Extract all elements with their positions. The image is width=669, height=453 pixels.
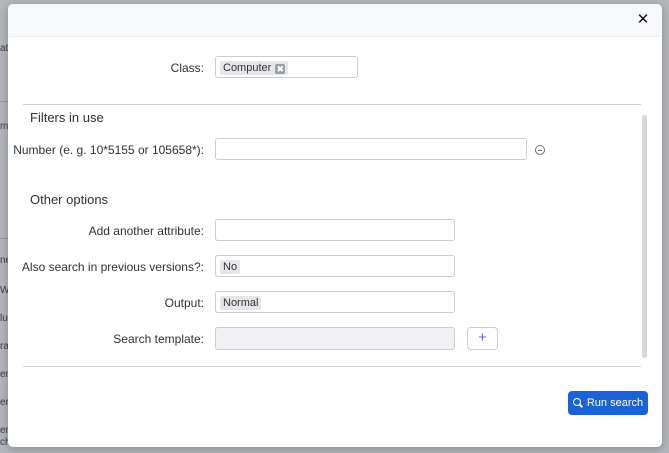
add-template-button[interactable]: + bbox=[467, 327, 498, 350]
section-divider bbox=[23, 104, 641, 105]
search-template-row: Search template: + bbox=[8, 327, 662, 351]
footer-divider bbox=[23, 366, 641, 367]
run-search-button[interactable]: Run search bbox=[568, 391, 648, 415]
close-icon[interactable]: ✕ bbox=[636, 12, 650, 27]
add-attribute-select[interactable] bbox=[215, 219, 455, 241]
add-attribute-label: Add another attribute: bbox=[88, 224, 204, 238]
remove-tag-icon[interactable]: ✖ bbox=[275, 64, 286, 74]
previous-versions-row: Also search in previous versions?: No bbox=[8, 255, 662, 279]
modal-header: ✕ bbox=[8, 4, 662, 37]
output-value: Normal bbox=[220, 296, 262, 310]
previous-versions-label: Also search in previous versions?: bbox=[21, 260, 204, 274]
class-label: Class: bbox=[170, 61, 204, 75]
class-row: Class: Computer ✖ bbox=[8, 56, 662, 80]
class-tag: Computer ✖ bbox=[220, 61, 289, 75]
output-select[interactable]: Normal bbox=[215, 291, 455, 313]
number-filter-input[interactable] bbox=[215, 138, 527, 160]
search-template-label: Search template: bbox=[113, 332, 204, 346]
other-options-section-title: Other options bbox=[30, 192, 109, 207]
previous-versions-value: No bbox=[220, 260, 241, 274]
filters-section-title: Filters in use bbox=[30, 110, 104, 125]
add-attribute-row: Add another attribute: bbox=[8, 219, 662, 243]
search-modal: ✕ Class: Computer ✖ Filters in use Number… bbox=[8, 4, 662, 447]
class-select[interactable]: Computer ✖ bbox=[215, 56, 358, 78]
previous-versions-select[interactable]: No bbox=[215, 255, 455, 277]
plus-icon: + bbox=[478, 329, 487, 346]
search-template-select[interactable] bbox=[215, 327, 455, 350]
output-label: Output: bbox=[164, 296, 204, 310]
run-search-label: Run search bbox=[586, 397, 644, 409]
minus-circle-icon[interactable] bbox=[535, 145, 545, 155]
output-row: Output: Normal bbox=[8, 291, 662, 315]
number-filter-row: Number (e. g. 10*5155 or 105658*): bbox=[8, 138, 662, 162]
class-tag-label: Computer bbox=[223, 62, 272, 74]
number-filter-label: Number (e. g. 10*5155 or 105658*): bbox=[13, 143, 204, 157]
search-icon bbox=[572, 398, 582, 407]
